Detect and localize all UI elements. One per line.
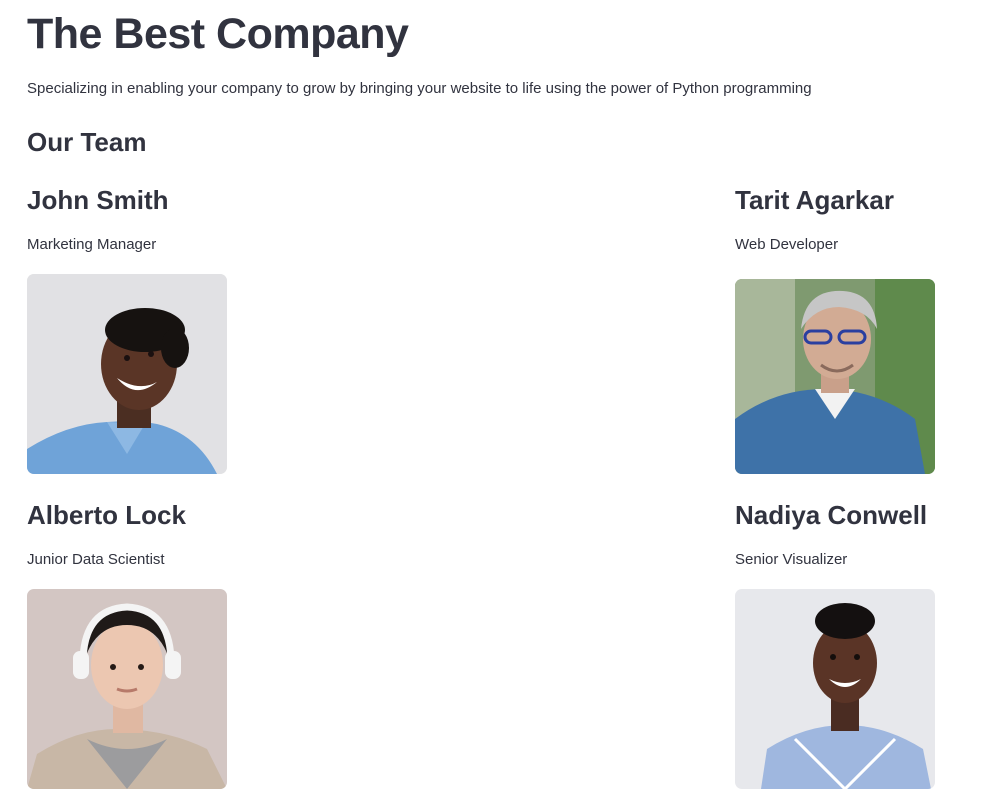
member-name: John Smith	[27, 185, 169, 215]
member-photo	[27, 589, 227, 789]
team-heading: Our Team	[27, 127, 147, 157]
member-role: Marketing Manager	[27, 236, 157, 253]
page: The Best Company Specializing in enablin…	[0, 0, 992, 798]
member-role: Junior Data Scientist	[27, 551, 165, 568]
portrait-photo-image	[27, 274, 227, 474]
portrait-photo-image	[735, 279, 935, 474]
member-name: Nadiya Conwell	[735, 500, 928, 530]
member-name: Alberto Lock	[27, 500, 186, 530]
portrait-photo-image	[735, 589, 935, 789]
portrait-photo-image	[27, 589, 227, 789]
member-name: Tarit Agarkar	[735, 185, 894, 215]
member-photo	[27, 274, 227, 474]
member-photo	[735, 589, 935, 789]
member-role: Senior Visualizer	[735, 551, 848, 568]
member-photo	[735, 279, 935, 474]
page-tagline: Specializing in enabling your company to…	[27, 80, 812, 97]
member-role: Web Developer	[735, 236, 839, 253]
page-title: The Best Company	[27, 10, 409, 58]
